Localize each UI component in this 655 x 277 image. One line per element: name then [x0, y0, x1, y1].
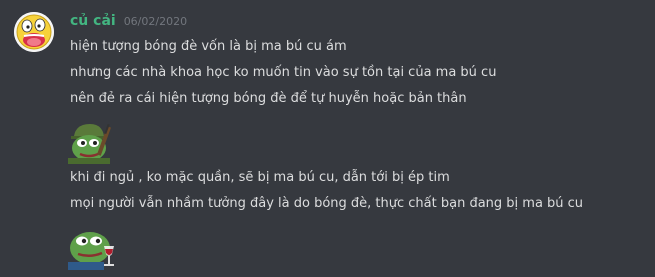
timestamp[interactable]: 06/02/2020	[124, 15, 187, 28]
username[interactable]: củ cải	[70, 13, 116, 29]
message-line: khi đi ngủ , ko mặc quần, sẽ bị ma bú cu…	[70, 170, 450, 185]
laughing-face-icon	[14, 12, 54, 52]
message-line: hiện tượng bóng đè vốn là bị ma bú cu ám	[70, 39, 347, 54]
user-avatar[interactable]	[14, 12, 54, 52]
message-header: củ cải 06/02/2020	[70, 13, 187, 33]
pepe-soldier-emoji-icon	[68, 116, 120, 164]
message-line: nên đẻ ra cái hiện tượng bóng đè để tự h…	[70, 91, 467, 106]
message-line: mọi người vẫn nhầm tưởng đây là do bóng …	[70, 196, 584, 211]
pepe-wine-emoji-icon	[68, 222, 120, 270]
message-group: củ cải 06/02/2020 hiện tượng bóng đè vốn…	[0, 0, 655, 277]
message-line: nhưng các nhà khoa học ko muốn tin vào s…	[70, 65, 497, 80]
